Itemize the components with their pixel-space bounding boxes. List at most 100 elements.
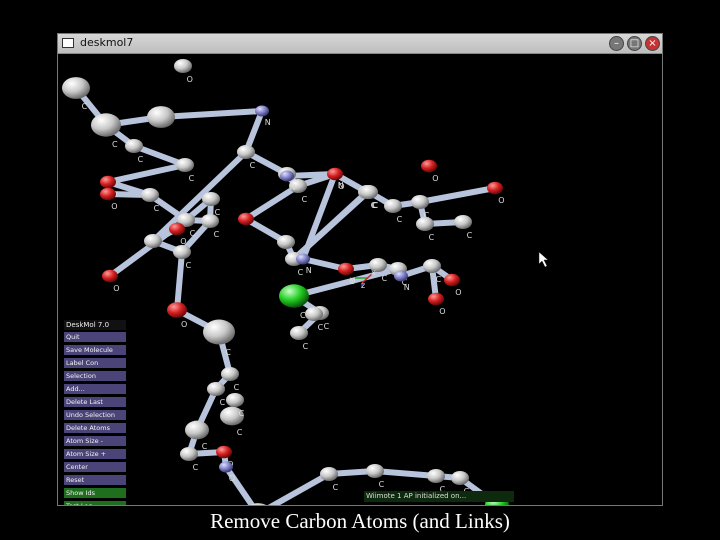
menu-item-undo-selection[interactable]: Undo Selection [64, 410, 126, 420]
atom-o[interactable] [100, 175, 116, 189]
atom-o[interactable] [327, 167, 343, 181]
menu-item-save-molecule[interactable]: Save Molecule [64, 345, 126, 355]
atom-c[interactable] [305, 306, 323, 322]
deskmol-menu: DeskMol 7.0 Quit Save Molecule Label Con Se… [64, 320, 126, 505]
atom-o[interactable] [100, 187, 116, 201]
atom-label: C [467, 231, 473, 240]
atoms-layer: COCNCCCOCCCCOCCCNNCCCOCOCCCOCCNOCCNCOOCC… [62, 58, 509, 505]
atom-label: C [250, 161, 256, 170]
atom-cl[interactable] [279, 284, 309, 308]
atom-n[interactable] [255, 105, 269, 117]
atom-c[interactable] [237, 144, 255, 160]
atom-o[interactable] [216, 445, 232, 459]
atom-label: O [455, 288, 461, 297]
atom-c[interactable] [174, 58, 192, 74]
atom-c[interactable] [62, 77, 90, 99]
menu-item-add[interactable]: Add... [64, 384, 126, 394]
atom-o[interactable] [169, 222, 185, 236]
atom-o[interactable] [338, 262, 354, 276]
atom-c[interactable] [203, 319, 235, 345]
minimize-icon[interactable]: – [609, 36, 624, 51]
atom-c[interactable] [423, 258, 441, 274]
menu-item-selection[interactable]: Selection [64, 371, 126, 381]
atom-c[interactable] [180, 446, 198, 462]
atom-c[interactable] [125, 138, 143, 154]
atom-c[interactable] [144, 233, 162, 249]
bond [417, 185, 498, 205]
atom-label: C [189, 174, 195, 183]
title-bar[interactable]: deskmol7 – □ × [58, 34, 662, 54]
atom-c[interactable] [176, 157, 194, 173]
atom-c[interactable] [320, 466, 338, 482]
atom-label: C [225, 348, 231, 357]
atom-label: N [290, 183, 296, 192]
atom-c[interactable] [366, 463, 384, 479]
atom-o[interactable] [428, 292, 444, 306]
atom-c[interactable] [207, 381, 225, 397]
atom-o[interactable] [102, 269, 118, 283]
atom-n[interactable] [219, 461, 233, 473]
atom-label: N [306, 266, 312, 275]
atom-c[interactable] [277, 234, 295, 250]
molecule-canvas[interactable]: COCNCCCOCCCCOCCCNNCCCOCOCCCOCCNOCCNCOOCC… [58, 54, 662, 505]
bond [267, 471, 332, 505]
atom-c[interactable] [91, 113, 121, 137]
menu-item-label-con[interactable]: Label Con [64, 358, 126, 368]
menu-item-reset[interactable]: Reset [64, 475, 126, 485]
atom-label: O [432, 174, 438, 183]
atom-n[interactable] [280, 170, 294, 182]
atom-c[interactable] [290, 325, 308, 341]
atom-c[interactable] [173, 244, 191, 260]
atom-o[interactable] [444, 273, 460, 287]
atom-c[interactable] [147, 106, 175, 128]
menu-item-delete-last[interactable]: Delete Last [64, 397, 126, 407]
atom-o[interactable] [167, 302, 187, 318]
atom-label: O [439, 307, 445, 316]
atom-label: C [237, 428, 243, 437]
atom-c[interactable] [202, 191, 220, 207]
atom-label: O [111, 202, 117, 211]
atom-c[interactable] [185, 420, 209, 440]
atom-c[interactable] [411, 194, 429, 210]
atom-label: O [187, 75, 193, 84]
atom-c[interactable] [141, 187, 159, 203]
menu-item-atom-size[interactable]: Atom Size - [64, 436, 126, 446]
menu-item-center[interactable]: Center [64, 462, 126, 472]
bond [174, 249, 185, 313]
atom-c[interactable] [454, 214, 472, 230]
atom-label: N [265, 118, 271, 127]
atom-label: C [382, 274, 388, 283]
atom-c[interactable] [427, 468, 445, 484]
menu-item-test-log[interactable]: Test Log [64, 501, 126, 505]
menu-item-show-ids[interactable]: Show Ids [64, 488, 126, 498]
atom-label: O [229, 474, 235, 483]
menu-item-delete-atoms[interactable]: Delete Atoms [64, 423, 126, 433]
atom-label: C [379, 480, 385, 489]
menu-item-quit[interactable]: Quit [64, 332, 126, 342]
menu-item-atom-size[interactable]: Atom Size + [64, 449, 126, 459]
atom-label: C [193, 463, 199, 472]
atom-label: C [82, 102, 88, 111]
atom-o[interactable] [421, 159, 437, 173]
atom-c[interactable] [201, 213, 219, 229]
atom-c[interactable] [451, 470, 469, 486]
atom-o[interactable] [487, 181, 503, 195]
close-icon[interactable]: × [645, 36, 660, 51]
atom-n[interactable] [394, 270, 408, 282]
axis-z-label: z [361, 281, 365, 290]
atom-c[interactable] [360, 184, 378, 200]
atom-c[interactable] [416, 216, 434, 232]
atom-c[interactable] [384, 198, 402, 214]
molecule-viewport[interactable]: COCNCCCOCCCCOCCCNNCCCOCOCCCOCCNOCCNCOOCC… [58, 54, 662, 505]
atom-label: O [180, 237, 186, 246]
atom-label: C [302, 195, 308, 204]
menu-items: Quit Save Molecule Label Con Selection Add..… [64, 332, 126, 505]
atom-c[interactable] [221, 366, 239, 382]
atom-o[interactable] [238, 212, 254, 226]
slide-caption: Remove Carbon Atoms (and Links) [210, 509, 510, 533]
atom-c[interactable] [226, 392, 244, 408]
atom-label: C [303, 342, 309, 351]
atom-label: C [333, 483, 339, 492]
maximize-icon[interactable]: □ [627, 36, 642, 51]
atom-n[interactable] [296, 253, 310, 265]
